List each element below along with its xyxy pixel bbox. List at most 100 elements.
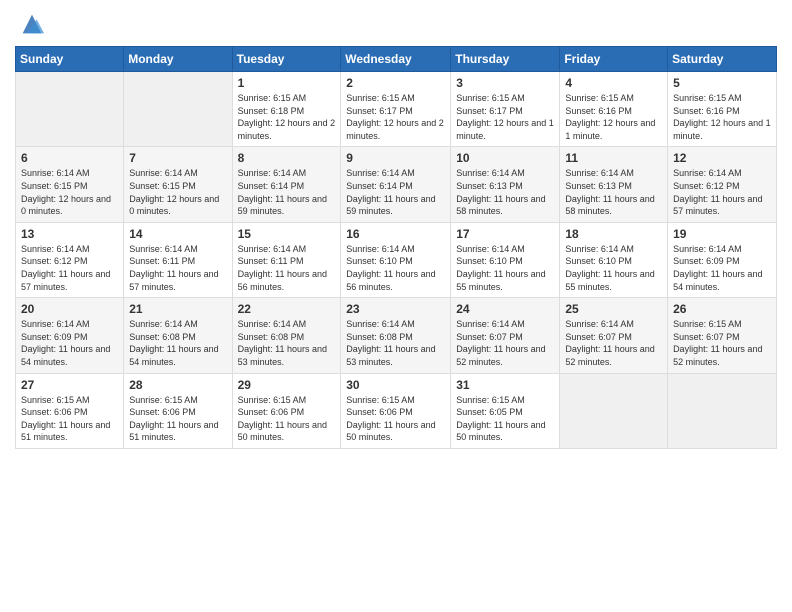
daylight-text: Daylight: 11 hours and 52 minutes. (565, 343, 662, 368)
calendar-cell (668, 373, 777, 448)
day-number: 23 (346, 302, 445, 316)
day-number: 14 (129, 227, 226, 241)
daylight-text: Daylight: 11 hours and 50 minutes. (346, 419, 445, 444)
weekday-header-wednesday: Wednesday (341, 47, 451, 72)
sunrise-text: Sunrise: 6:14 AM (21, 318, 118, 331)
day-number: 26 (673, 302, 771, 316)
calendar-cell: 14 Sunrise: 6:14 AMSunset: 6:11 PMDayligh… (124, 222, 232, 297)
weekday-header-friday: Friday (560, 47, 668, 72)
weekday-header-monday: Monday (124, 47, 232, 72)
weekday-header-row: SundayMondayTuesdayWednesdayThursdayFrid… (16, 47, 777, 72)
logo (15, 15, 46, 38)
sunrise-text: Sunrise: 6:14 AM (456, 167, 554, 180)
daylight-text: Daylight: 11 hours and 57 minutes. (21, 268, 118, 293)
day-info: Sunrise: 6:14 AMSunset: 6:08 PMDaylight:… (346, 318, 445, 368)
day-number: 15 (238, 227, 336, 241)
sunrise-text: Sunrise: 6:15 AM (238, 92, 336, 105)
sunset-text: Sunset: 6:06 PM (129, 406, 226, 419)
calendar-cell: 23 Sunrise: 6:14 AMSunset: 6:08 PMDayligh… (341, 298, 451, 373)
calendar-cell (560, 373, 668, 448)
day-info: Sunrise: 6:14 AMSunset: 6:13 PMDaylight:… (565, 167, 662, 217)
sunrise-text: Sunrise: 6:15 AM (673, 318, 771, 331)
sunrise-text: Sunrise: 6:14 AM (565, 243, 662, 256)
calendar-cell: 12Sunrise: 6:14 AMSunset: 6:12 PMDayligh… (668, 147, 777, 222)
sunset-text: Sunset: 6:12 PM (21, 255, 118, 268)
day-info: Sunrise: 6:14 AMSunset: 6:11 PMDaylight:… (238, 243, 336, 293)
calendar-cell: 30Sunrise: 6:15 AMSunset: 6:06 PMDayligh… (341, 373, 451, 448)
sunrise-text: Sunrise: 6:14 AM (346, 167, 445, 180)
sunset-text: Sunset: 6:18 PM (238, 105, 336, 118)
weekday-header-saturday: Saturday (668, 47, 777, 72)
calendar-cell: 4Sunrise: 6:15 AMSunset: 6:16 PMDaylight… (560, 72, 668, 147)
calendar-cell: 5Sunrise: 6:15 AMSunset: 6:16 PMDaylight… (668, 72, 777, 147)
calendar-cell: 19Sunrise: 6:14 AMSunset: 6:09 PMDayligh… (668, 222, 777, 297)
weekday-header-sunday: Sunday (16, 47, 124, 72)
day-number: 7 (129, 151, 226, 165)
daylight-text: Daylight: 11 hours and 59 minutes. (238, 193, 336, 218)
sunrise-text: Sunrise: 6:15 AM (346, 92, 445, 105)
day-number: 1 (238, 76, 336, 90)
sunset-text: Sunset: 6:17 PM (346, 105, 445, 118)
day-info: Sunrise: 6:14 AMSunset: 6:10 PMDaylight:… (456, 243, 554, 293)
day-info: Sunrise: 6:14 AMSunset: 6:14 PMDaylight:… (346, 167, 445, 217)
daylight-text: Daylight: 12 hours and 0 minutes. (129, 193, 226, 218)
daylight-text: Daylight: 11 hours and 59 minutes. (346, 193, 445, 218)
sunset-text: Sunset: 6:08 PM (238, 331, 336, 344)
day-number: 4 (565, 76, 662, 90)
day-info: Sunrise: 6:15 AMSunset: 6:05 PMDaylight:… (456, 394, 554, 444)
calendar-week-row: 1Sunrise: 6:15 AMSunset: 6:18 PMDaylight… (16, 72, 777, 147)
day-number: 9 (346, 151, 445, 165)
daylight-text: Daylight: 11 hours and 57 minutes. (129, 268, 226, 293)
page: SundayMondayTuesdayWednesdayThursdayFrid… (0, 0, 792, 612)
day-number: 22 (238, 302, 336, 316)
day-info: Sunrise: 6:15 AMSunset: 6:16 PMDaylight:… (673, 92, 771, 142)
calendar-cell: 13Sunrise: 6:14 AMSunset: 6:12 PMDayligh… (16, 222, 124, 297)
day-info: Sunrise: 6:14 AMSunset: 6:09 PMDaylight:… (673, 243, 771, 293)
day-number: 18 (565, 227, 662, 241)
day-info: Sunrise: 6:14 AMSunset: 6:09 PMDaylight:… (21, 318, 118, 368)
sunset-text: Sunset: 6:11 PM (238, 255, 336, 268)
sunrise-text: Sunrise: 6:14 AM (129, 318, 226, 331)
sunset-text: Sunset: 6:10 PM (346, 255, 445, 268)
header (15, 10, 777, 38)
calendar-cell: 28Sunrise: 6:15 AMSunset: 6:06 PMDayligh… (124, 373, 232, 448)
sunrise-text: Sunrise: 6:15 AM (346, 394, 445, 407)
sunrise-text: Sunrise: 6:15 AM (129, 394, 226, 407)
calendar-cell (16, 72, 124, 147)
sunset-text: Sunset: 6:15 PM (129, 180, 226, 193)
daylight-text: Daylight: 11 hours and 58 minutes. (456, 193, 554, 218)
calendar-week-row: 20Sunrise: 6:14 AMSunset: 6:09 PMDayligh… (16, 298, 777, 373)
daylight-text: Daylight: 11 hours and 57 minutes. (673, 193, 771, 218)
daylight-text: Daylight: 11 hours and 55 minutes. (456, 268, 554, 293)
daylight-text: Daylight: 11 hours and 54 minutes. (673, 268, 771, 293)
sunrise-text: Sunrise: 6:14 AM (238, 167, 336, 180)
calendar-cell: 9 Sunrise: 6:14 AMSunset: 6:14 PMDaylight… (341, 147, 451, 222)
daylight-text: Daylight: 11 hours and 56 minutes. (238, 268, 336, 293)
daylight-text: Daylight: 11 hours and 53 minutes. (238, 343, 336, 368)
day-number: 10 (456, 151, 554, 165)
sunset-text: Sunset: 6:11 PM (129, 255, 226, 268)
day-info: Sunrise: 6:15 AMSunset: 6:06 PMDaylight:… (129, 394, 226, 444)
daylight-text: Daylight: 11 hours and 50 minutes. (238, 419, 336, 444)
day-number: 11 (565, 151, 662, 165)
sunrise-text: Sunrise: 6:14 AM (346, 243, 445, 256)
day-number: 21 (129, 302, 226, 316)
calendar-week-row: 13Sunrise: 6:14 AMSunset: 6:12 PMDayligh… (16, 222, 777, 297)
sunset-text: Sunset: 6:06 PM (346, 406, 445, 419)
sunset-text: Sunset: 6:10 PM (456, 255, 554, 268)
sunrise-text: Sunrise: 6:14 AM (129, 167, 226, 180)
day-number: 27 (21, 378, 118, 392)
daylight-text: Daylight: 11 hours and 52 minutes. (673, 343, 771, 368)
daylight-text: Daylight: 11 hours and 50 minutes. (456, 419, 554, 444)
sunrise-text: Sunrise: 6:14 AM (129, 243, 226, 256)
day-number: 2 (346, 76, 445, 90)
daylight-text: Daylight: 11 hours and 51 minutes. (129, 419, 226, 444)
sunset-text: Sunset: 6:13 PM (565, 180, 662, 193)
sunset-text: Sunset: 6:09 PM (673, 255, 771, 268)
daylight-text: Daylight: 12 hours and 1 minute. (456, 117, 554, 142)
sunset-text: Sunset: 6:10 PM (565, 255, 662, 268)
sunset-text: Sunset: 6:07 PM (673, 331, 771, 344)
calendar-cell: 18Sunrise: 6:14 AMSunset: 6:10 PMDayligh… (560, 222, 668, 297)
day-info: Sunrise: 6:14 AMSunset: 6:07 PMDaylight:… (456, 318, 554, 368)
weekday-header-thursday: Thursday (451, 47, 560, 72)
